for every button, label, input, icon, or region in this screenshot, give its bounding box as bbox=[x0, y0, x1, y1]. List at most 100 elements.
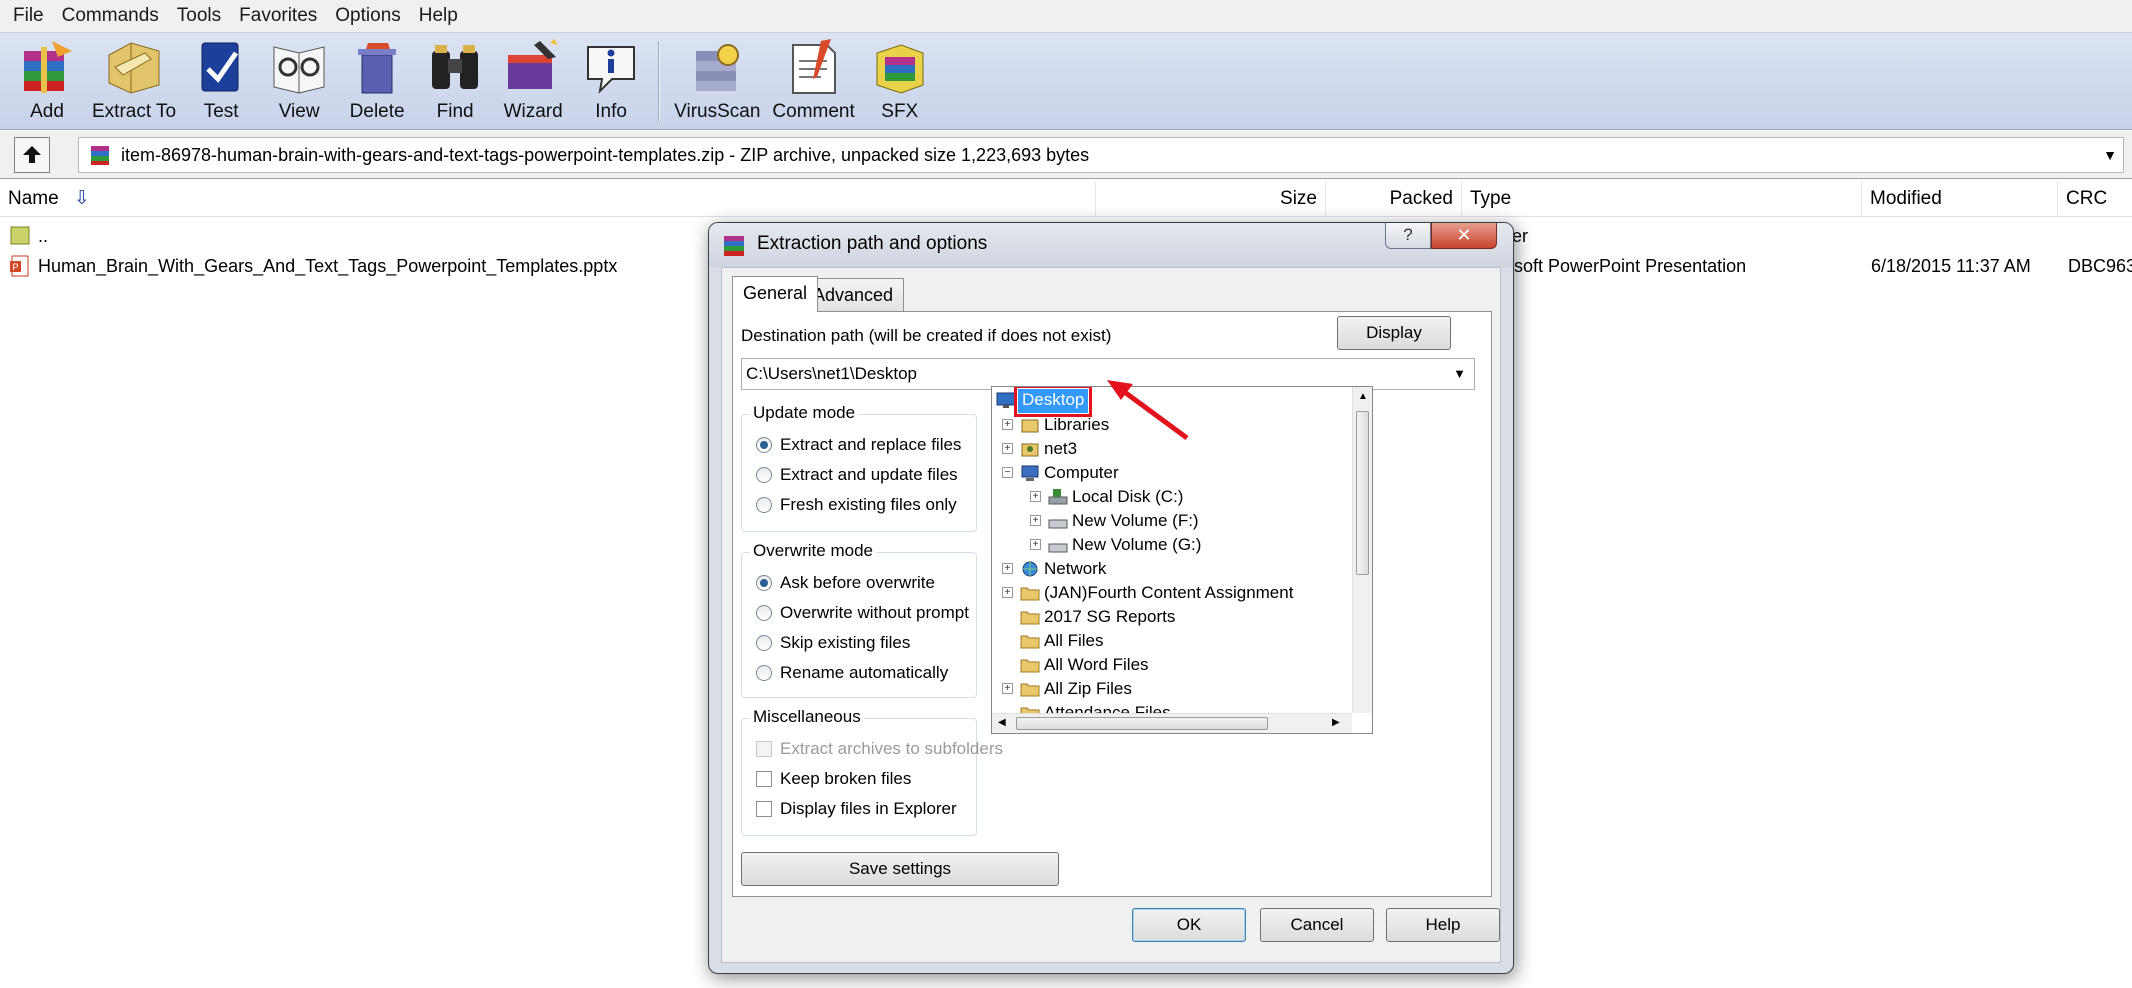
collapse-icon[interactable]: − bbox=[1002, 467, 1013, 478]
tab-general[interactable]: General bbox=[732, 276, 819, 312]
radio-icon bbox=[756, 605, 772, 621]
find-binoculars-icon bbox=[432, 45, 479, 89]
tree-node-folder[interactable]: + (JAN)Fourth Content Assignment bbox=[1002, 581, 1293, 605]
virusscan-button[interactable]: VirusScan bbox=[668, 33, 766, 129]
expand-icon[interactable]: + bbox=[1002, 443, 1013, 454]
destination-path-value: C:\Users\net1\Desktop bbox=[746, 364, 918, 383]
tree-node-libraries[interactable]: + Libraries bbox=[1002, 413, 1109, 437]
sort-arrow-down-icon: ⇩ bbox=[73, 188, 90, 209]
menu-help[interactable]: Help bbox=[410, 0, 467, 32]
radio-selected-icon bbox=[756, 437, 772, 453]
view-icon bbox=[273, 46, 325, 94]
update-mode-title: Update mode bbox=[750, 403, 859, 423]
expand-icon[interactable]: + bbox=[1002, 683, 1013, 694]
close-icon: ✕ bbox=[1456, 225, 1472, 245]
scroll-left-arrow-icon[interactable]: ◀ bbox=[998, 717, 1006, 728]
tree-node-computer[interactable]: − Computer bbox=[1002, 461, 1119, 485]
radio-overwrite-without-prompt[interactable]: Overwrite without prompt bbox=[756, 603, 969, 623]
column-header-packed[interactable]: Packed bbox=[1326, 181, 1462, 217]
cancel-button[interactable]: Cancel bbox=[1260, 908, 1374, 942]
display-button[interactable]: Display bbox=[1337, 316, 1451, 350]
column-header-type[interactable]: Type bbox=[1462, 181, 1862, 217]
radio-extract-replace[interactable]: Extract and replace files bbox=[756, 435, 961, 455]
menu-commands[interactable]: Commands bbox=[53, 0, 168, 32]
up-one-level-button[interactable] bbox=[14, 136, 50, 173]
tree-node-local-disk-c[interactable]: + Local Disk (C:) bbox=[1030, 485, 1183, 509]
radio-icon bbox=[756, 665, 772, 681]
question-icon: ? bbox=[1403, 225, 1413, 244]
column-header-name[interactable]: Name ⇩ bbox=[0, 181, 1096, 217]
chevron-down-icon[interactable]: ▼ bbox=[1453, 359, 1466, 389]
menu-file[interactable]: File bbox=[4, 0, 53, 32]
titlebar-close-button[interactable]: ✕ bbox=[1431, 223, 1497, 249]
destination-path-label: Destination path (will be created if doe… bbox=[741, 326, 1112, 345]
tree-vertical-scrollbar[interactable]: ▲ bbox=[1352, 387, 1372, 713]
radio-ask-before-overwrite[interactable]: Ask before overwrite bbox=[756, 573, 935, 593]
tree-node-network[interactable]: + Network bbox=[1002, 557, 1106, 581]
ok-button[interactable]: OK bbox=[1132, 908, 1246, 942]
menu-options[interactable]: Options bbox=[326, 0, 409, 32]
expand-icon[interactable]: + bbox=[1002, 419, 1013, 430]
tree-node-folder[interactable]: 2017 SG Reports bbox=[1002, 605, 1175, 629]
checkbox-icon bbox=[756, 741, 772, 757]
extract-to-icon bbox=[108, 42, 160, 94]
folder-icon bbox=[1020, 680, 1040, 698]
menu-tools[interactable]: Tools bbox=[168, 0, 230, 32]
chevron-down-icon[interactable]: ▼ bbox=[2103, 147, 2117, 163]
expand-icon[interactable]: + bbox=[1002, 587, 1013, 598]
archive-path-text: item-86978-human-brain-with-gears-and-te… bbox=[121, 144, 1090, 165]
expand-icon[interactable]: + bbox=[1030, 491, 1041, 502]
sfx-button[interactable]: SFX bbox=[861, 33, 939, 129]
menu-favorites[interactable]: Favorites bbox=[230, 0, 326, 32]
test-button[interactable]: Test bbox=[182, 33, 260, 129]
checkbox-keep-broken-files[interactable]: Keep broken files bbox=[756, 769, 911, 789]
column-header-crc[interactable]: CRC bbox=[2058, 181, 2132, 217]
archive-path-field[interactable]: item-86978-human-brain-with-gears-and-te… bbox=[78, 137, 2124, 173]
tree-horizontal-scrollbar[interactable]: ◀ ▶ bbox=[992, 713, 1352, 733]
tree-node-net3[interactable]: + net3 bbox=[1002, 437, 1077, 461]
expand-icon[interactable]: + bbox=[1030, 515, 1041, 526]
find-button[interactable]: Find bbox=[416, 33, 494, 129]
miscellaneous-group: Miscellaneous Extract archives to subfol… bbox=[741, 707, 1003, 836]
radio-extract-update[interactable]: Extract and update files bbox=[756, 465, 958, 485]
titlebar-help-button[interactable]: ? bbox=[1385, 223, 1431, 249]
radio-fresh-existing[interactable]: Fresh existing files only bbox=[756, 495, 957, 515]
extract-to-button[interactable]: Extract To bbox=[86, 33, 182, 129]
dialog-titlebar[interactable]: Extraction path and options ? ✕ bbox=[709, 223, 1513, 267]
network-icon bbox=[1020, 560, 1040, 578]
radio-rename-automatically[interactable]: Rename automatically bbox=[756, 663, 948, 683]
checkbox-display-in-explorer[interactable]: Display files in Explorer bbox=[756, 799, 957, 819]
svg-text:P: P bbox=[13, 262, 19, 272]
miscellaneous-title: Miscellaneous bbox=[750, 707, 864, 727]
tree-node-folder[interactable]: All Files bbox=[1002, 629, 1104, 653]
expand-icon[interactable]: + bbox=[1002, 563, 1013, 574]
rar-archive-icon bbox=[91, 146, 109, 165]
radio-icon bbox=[756, 635, 772, 651]
scroll-right-arrow-icon[interactable]: ▶ bbox=[1332, 717, 1340, 728]
tree-node-folder[interactable]: + All Zip Files bbox=[1002, 677, 1132, 701]
radio-icon bbox=[756, 467, 772, 483]
menu-bar: File Commands Tools Favorites Options He… bbox=[0, 0, 2132, 32]
scroll-thumb[interactable] bbox=[1016, 717, 1268, 730]
scroll-thumb[interactable] bbox=[1356, 411, 1369, 575]
help-button[interactable]: Help bbox=[1386, 908, 1500, 942]
tree-node-new-volume-g[interactable]: + New Volume (G:) bbox=[1030, 533, 1201, 557]
info-button[interactable]: Info bbox=[572, 33, 650, 129]
column-header-size[interactable]: Size bbox=[1096, 181, 1326, 217]
user-folder-icon bbox=[1020, 440, 1040, 458]
view-button[interactable]: View bbox=[260, 33, 338, 129]
tree-node-desktop-selected[interactable]: Desktop bbox=[1013, 387, 1093, 417]
dialog-title: Extraction path and options bbox=[757, 233, 988, 254]
tree-node-new-volume-f[interactable]: + New Volume (F:) bbox=[1030, 509, 1199, 533]
delete-button[interactable]: Delete bbox=[338, 33, 416, 129]
expand-icon[interactable]: + bbox=[1030, 539, 1041, 550]
computer-icon bbox=[1020, 464, 1040, 482]
save-settings-button[interactable]: Save settings bbox=[741, 852, 1059, 886]
wizard-button[interactable]: Wizard bbox=[494, 33, 572, 129]
column-header-modified[interactable]: Modified bbox=[1862, 181, 2058, 217]
comment-button[interactable]: Comment bbox=[766, 33, 860, 129]
scroll-up-arrow-icon[interactable]: ▲ bbox=[1358, 391, 1368, 402]
tree-node-folder[interactable]: All Word Files bbox=[1002, 653, 1149, 677]
add-button[interactable]: Add bbox=[8, 33, 86, 129]
radio-skip-existing[interactable]: Skip existing files bbox=[756, 633, 910, 653]
